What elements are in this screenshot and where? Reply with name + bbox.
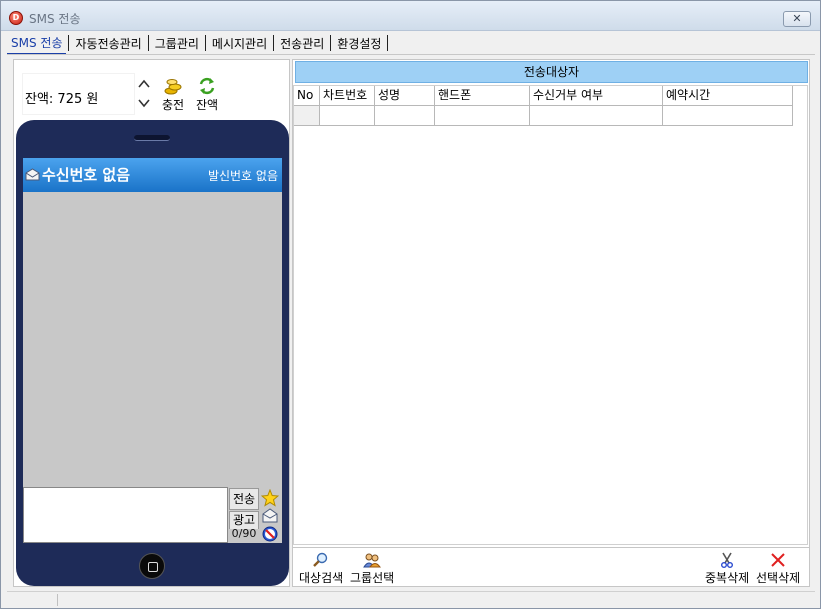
targets-panel: 전송대상자 No 차트번호 성명 핸드폰 수신거부 여부 예약시간 대상검색 그… bbox=[292, 59, 810, 587]
grid-header: No 차트번호 성명 핸드폰 수신거부 여부 예약시간 bbox=[294, 86, 793, 106]
tab-divider bbox=[7, 54, 815, 55]
refresh-icon bbox=[192, 76, 222, 96]
envelope-icon bbox=[25, 168, 40, 181]
table-row[interactable] bbox=[294, 106, 793, 126]
select-group-button[interactable]: 그룹선택 bbox=[350, 552, 394, 586]
char-counter: 0/90 bbox=[231, 527, 257, 540]
targets-title: 전송대상자 bbox=[295, 61, 808, 83]
title-bar: D SMS 전송 ✕ bbox=[1, 1, 820, 31]
home-button bbox=[139, 553, 165, 579]
tab-separator bbox=[330, 35, 332, 51]
row-cell-chart-no[interactable] bbox=[320, 106, 375, 126]
targets-toolbar: 대상검색 그룹선택 중복삭제 선택삭제 bbox=[293, 547, 809, 587]
targets-grid: No 차트번호 성명 핸드폰 수신거부 여부 예약시간 bbox=[293, 85, 808, 545]
scissors-icon bbox=[705, 552, 749, 568]
column-header-mobile[interactable]: 핸드폰 bbox=[435, 86, 530, 106]
tab-separator bbox=[147, 35, 149, 51]
tab-settings[interactable]: 환경설정 bbox=[333, 34, 385, 54]
row-cell-opt-out[interactable] bbox=[530, 106, 663, 126]
delete-selected-label: 선택삭제 bbox=[756, 571, 801, 585]
column-header-opt-out[interactable]: 수신거부 여부 bbox=[530, 86, 663, 106]
balance-text: 잔액: 725 원 bbox=[25, 92, 99, 107]
tab-groups[interactable]: 그룹관리 bbox=[151, 34, 203, 54]
window-title: SMS 전송 bbox=[29, 12, 81, 26]
tab-bar: SMS 전송 자동전송관리 그룹관리 메시지관리 전송관리 환경설정 bbox=[7, 32, 390, 54]
chevron-up-icon[interactable] bbox=[137, 77, 151, 91]
tab-messages[interactable]: 메시지관리 bbox=[208, 34, 271, 54]
search-icon bbox=[299, 552, 343, 568]
column-header-name[interactable]: 성명 bbox=[375, 86, 435, 106]
app-icon: D bbox=[9, 11, 23, 25]
column-header-chart-no[interactable]: 차트번호 bbox=[320, 86, 375, 106]
status-bar bbox=[7, 591, 815, 607]
envelope-icon[interactable] bbox=[261, 507, 279, 525]
tab-sms-send[interactable]: SMS 전송 bbox=[7, 33, 67, 54]
chevron-down-icon[interactable] bbox=[137, 96, 151, 110]
coins-icon bbox=[158, 76, 188, 96]
close-icon bbox=[756, 552, 800, 568]
select-group-label: 그룹선택 bbox=[350, 571, 395, 585]
refresh-balance-button[interactable]: 잔액 bbox=[192, 76, 222, 113]
search-targets-button[interactable]: 대상검색 bbox=[299, 552, 343, 586]
receiver-number[interactable]: 수신번호 없음 bbox=[42, 164, 130, 185]
sender-number[interactable]: 발신번호 없음 bbox=[208, 167, 278, 184]
close-button[interactable]: ✕ bbox=[783, 11, 811, 27]
column-header-reserved-time[interactable]: 예약시간 bbox=[663, 86, 793, 106]
tab-separator bbox=[273, 35, 275, 51]
sms-window: D SMS 전송 ✕ SMS 전송 자동전송관리 그룹관리 메시지관리 전송관리… bbox=[0, 0, 821, 609]
refresh-balance-label: 잔액 bbox=[195, 98, 219, 112]
message-input[interactable] bbox=[23, 487, 228, 543]
message-history bbox=[23, 192, 282, 486]
delete-selected-button[interactable]: 선택삭제 bbox=[756, 552, 800, 586]
row-cell-mobile[interactable] bbox=[435, 106, 530, 126]
tab-separator bbox=[68, 35, 70, 51]
phone-speaker bbox=[134, 135, 170, 141]
tab-separator bbox=[204, 35, 206, 51]
phone-frame: 수신번호 없음 발신번호 없음 전송 광고 0/90 bbox=[16, 120, 289, 586]
status-divider bbox=[57, 594, 58, 606]
row-cell-reserved-time[interactable] bbox=[663, 106, 793, 126]
search-targets-label: 대상검색 bbox=[299, 571, 344, 585]
charge-label: 충전 bbox=[161, 98, 185, 112]
star-icon[interactable] bbox=[260, 488, 280, 507]
users-icon bbox=[350, 552, 394, 568]
screen-header: 수신번호 없음 발신번호 없음 bbox=[23, 158, 282, 192]
charge-button[interactable]: 충전 bbox=[158, 76, 188, 113]
send-button[interactable]: 전송 bbox=[229, 488, 259, 510]
row-cell-no[interactable] bbox=[294, 106, 320, 126]
tab-send-log[interactable]: 전송관리 bbox=[276, 34, 328, 54]
no-sign-icon[interactable] bbox=[261, 525, 279, 543]
dedupe-button[interactable]: 중복삭제 bbox=[705, 552, 749, 586]
tab-auto-send[interactable]: 자동전송관리 bbox=[71, 34, 145, 54]
tab-separator bbox=[387, 35, 389, 51]
compose-panel: 잔액: 725 원 충전 잔액 수신번호 없음 발신번호 없음 전송 광고 0/… bbox=[13, 59, 290, 587]
column-header-no[interactable]: No bbox=[294, 86, 320, 106]
dedupe-label: 중복삭제 bbox=[705, 571, 750, 585]
phone-screen: 수신번호 없음 발신번호 없음 전송 광고 0/90 bbox=[23, 158, 282, 543]
row-cell-name[interactable] bbox=[375, 106, 435, 126]
